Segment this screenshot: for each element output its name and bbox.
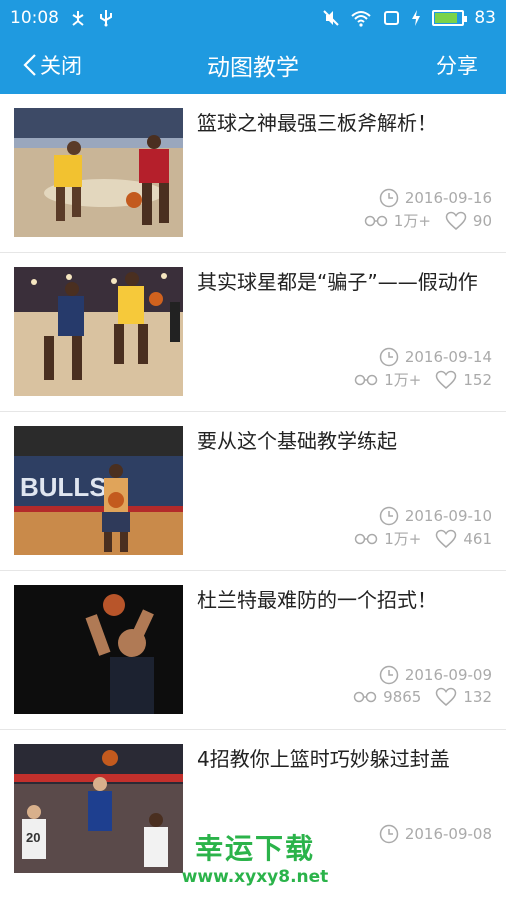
mute-icon — [323, 10, 340, 26]
usb-icon — [100, 10, 112, 27]
article-title: 4招教你上篮时巧妙躲过封盖 — [197, 747, 450, 771]
article-date: 2016-09-08 — [404, 825, 492, 843]
article-thumbnail — [14, 267, 183, 396]
heart-icon[interactable] — [445, 211, 467, 231]
article-stats-row: 1万+ 152 — [354, 369, 492, 390]
status-time: 10:08 — [10, 8, 59, 28]
article-title: 要从这个基础教学练起 — [197, 429, 397, 453]
sim-icon — [384, 11, 400, 25]
close-label: 关闭 — [40, 54, 82, 78]
article-date-row: 2016-09-10 — [379, 506, 492, 526]
nav-bar: 关闭 动图教学 分享 — [0, 36, 506, 94]
clock-icon — [379, 347, 399, 367]
watermark-url: www.xyxy8.net — [181, 867, 329, 887]
article-date-row: 2016-09-09 — [379, 665, 492, 685]
clock-icon — [379, 506, 399, 526]
watermark-name: 幸运下载 — [194, 832, 315, 865]
clock-icon — [379, 188, 399, 208]
article-list: 篮球之神最强三板斧解析！ 2016-09-16 1万+ 90 其实球星都是“骗子… — [0, 94, 506, 889]
charging-icon — [412, 10, 421, 26]
share-button[interactable]: 分享 — [436, 36, 478, 94]
article-date-row: 2016-09-08 — [379, 824, 492, 844]
svg-text:BULLS: BULLS — [20, 472, 107, 502]
battery-level: 83 — [474, 8, 496, 28]
battery-icon — [432, 10, 468, 26]
article-thumbnail: BULLS — [14, 426, 183, 555]
article-views: 9865 — [383, 688, 422, 706]
article-thumbnail — [14, 108, 183, 237]
article-views: 1万+ — [384, 530, 422, 548]
views-glasses-icon — [364, 215, 388, 226]
status-bar: 10:08 83 — [0, 0, 506, 36]
heart-icon[interactable] — [435, 370, 457, 390]
article-date: 2016-09-16 — [404, 189, 492, 207]
usb-share-icon — [72, 11, 84, 26]
views-glasses-icon — [354, 374, 378, 385]
wifi-icon — [351, 11, 372, 27]
views-glasses-icon — [354, 533, 378, 544]
article-date: 2016-09-09 — [404, 666, 492, 684]
site-watermark: 幸运下载 www.xyxy8.net — [170, 832, 340, 888]
article-views: 1万+ — [384, 371, 422, 389]
chevron-left-icon — [23, 54, 36, 76]
list-item[interactable]: 其实球星都是“骗子”——假动作 2016-09-14 1万+ 152 — [0, 253, 506, 412]
clock-icon — [379, 824, 399, 844]
article-stats-row: 1万+ 90 — [364, 210, 492, 231]
heart-icon[interactable] — [435, 687, 457, 707]
heart-icon[interactable] — [435, 529, 457, 549]
article-title: 篮球之神最强三板斧解析！ — [197, 111, 437, 135]
article-title: 其实球星都是“骗子”——假动作 — [197, 270, 478, 294]
article-views: 1万+ — [393, 212, 431, 230]
list-item[interactable]: BULLS 要从这个基础教学练起 2016-09-10 1万+ 461 — [0, 412, 506, 571]
article-title: 杜兰特最难防的一个招式！ — [197, 588, 437, 612]
article-likes: 132 — [463, 688, 492, 706]
article-stats-row: 9865 132 — [353, 687, 492, 707]
clock-icon — [379, 665, 399, 685]
views-glasses-icon — [353, 691, 377, 703]
article-date: 2016-09-14 — [404, 348, 492, 366]
article-thumbnail: 20 — [14, 744, 183, 873]
article-thumbnail — [14, 585, 183, 714]
list-item[interactable]: 篮球之神最强三板斧解析！ 2016-09-16 1万+ 90 — [0, 94, 506, 253]
article-stats-row: 1万+ 461 — [354, 528, 492, 549]
svg-text:20: 20 — [26, 830, 40, 845]
list-item[interactable]: 杜兰特最难防的一个招式！ 2016-09-09 9865 132 — [0, 571, 506, 730]
article-likes: 461 — [463, 529, 492, 548]
article-date-row: 2016-09-16 — [379, 188, 492, 208]
article-likes: 152 — [463, 370, 492, 389]
close-button[interactable]: 关闭 — [22, 36, 82, 94]
article-date: 2016-09-10 — [404, 507, 492, 525]
article-date-row: 2016-09-14 — [379, 347, 492, 367]
article-likes: 90 — [472, 211, 492, 230]
